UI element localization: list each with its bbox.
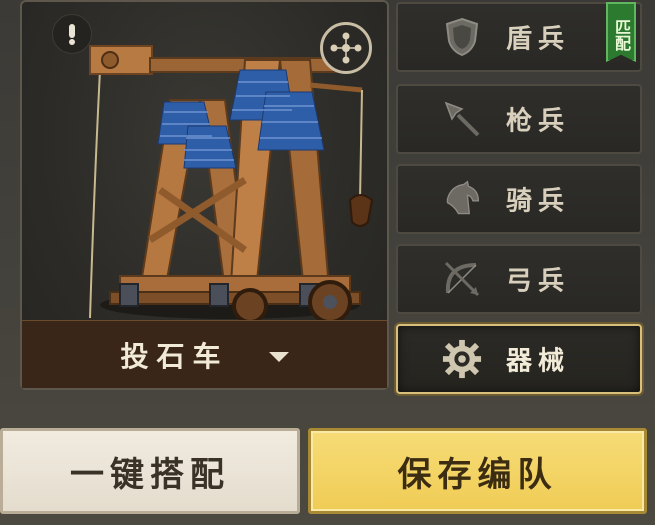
gear-icon [442,339,482,379]
tab-label: 器械 [506,346,571,377]
tab-cavalry[interactable]: 骑兵 [396,164,642,234]
spear-icon [442,99,482,139]
catapult-image [89,45,374,324]
save-formation-button[interactable]: 保存编队 [308,428,647,514]
tab-label: 盾兵 [506,24,571,55]
shield-icon [442,17,482,57]
unit-name: 投石车 [120,339,229,373]
bow-icon [442,259,482,299]
tab-label: 骑兵 [506,186,571,217]
tab-spear[interactable]: 枪兵 [396,84,642,154]
tab-label: 弓兵 [506,266,571,297]
match-badge: 匹配 [606,2,636,62]
move-icon[interactable] [320,22,372,74]
tab-archer[interactable]: 弓兵 [396,244,642,314]
horse-icon [442,179,482,219]
auto-equip-button[interactable]: 一键搭配 [0,428,300,514]
tab-shield[interactable]: 盾兵 匹配 [396,2,642,72]
tab-siege[interactable]: 器械 [396,324,642,394]
unit-selector[interactable]: 投石车 [22,320,387,388]
tab-label: 枪兵 [506,106,571,137]
chevron-down-icon[interactable] [268,351,289,362]
